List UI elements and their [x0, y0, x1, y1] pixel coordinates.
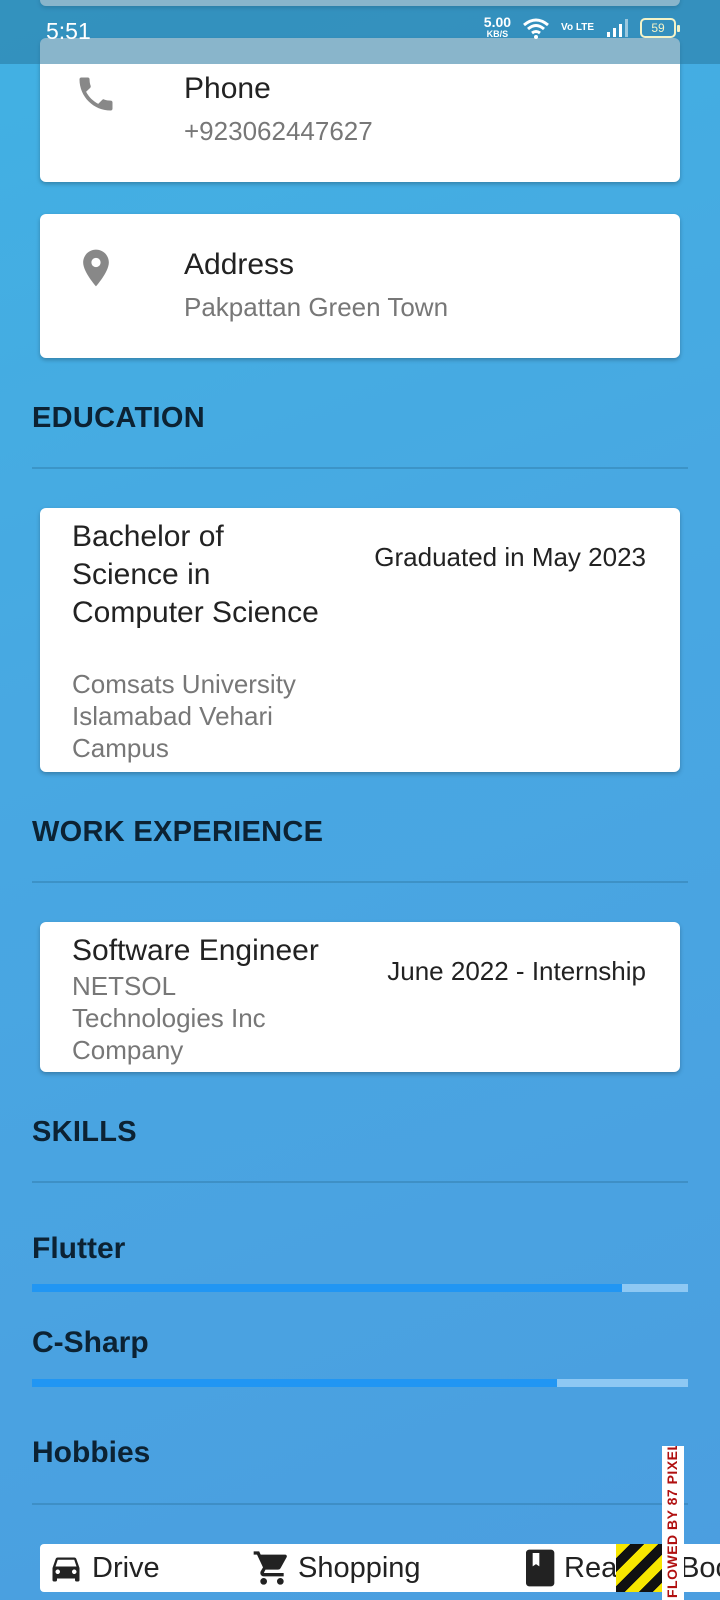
phone-label: Phone: [184, 72, 271, 105]
work-experience-divider: [32, 881, 688, 883]
volte-indicator: Vo LTE: [561, 22, 594, 33]
skill-name-csharp: C-Sharp: [32, 1326, 149, 1359]
battery-indicator: 59: [640, 18, 680, 38]
hobby-drive-label: Drive: [92, 1551, 160, 1584]
work-date: June 2022 - Internship: [387, 956, 646, 986]
address-card[interactable]: Address Pakpattan Green Town: [40, 214, 680, 358]
car-icon: [52, 1557, 80, 1582]
work-experience-heading: WORK EXPERIENCE: [32, 816, 324, 848]
cart-icon: [253, 1551, 287, 1585]
skills-divider: [32, 1181, 688, 1183]
book-icon: [526, 1549, 555, 1587]
institution-name: Comsats University Islamabad Vehari Camp…: [72, 669, 296, 763]
status-time: 5:51: [46, 18, 91, 44]
skill-bar-flutter-fill: [32, 1284, 623, 1292]
address-value: Pakpattan Green Town: [184, 292, 449, 322]
skill-bar-csharp-fill: [32, 1379, 557, 1387]
phone-value: +923062447627: [184, 116, 373, 146]
network-speed: 5.00 KB/S: [484, 15, 511, 40]
hobby-shopping-label: Shopping: [298, 1551, 421, 1584]
status-icons: 5.00 KB/S Vo LTE 59: [484, 15, 680, 40]
signal-icon: [607, 19, 628, 37]
hobby-shopping[interactable]: Shopping: [252, 1548, 421, 1588]
skills-heading: SKILLS: [32, 1116, 137, 1148]
hobbies-divider: [32, 1503, 688, 1505]
education-card[interactable]: Bachelor of Science in Computer Science …: [40, 508, 680, 772]
education-heading: EDUCATION: [32, 402, 205, 434]
address-label: Address: [184, 248, 295, 281]
overflow-warning-text: FLOWED BY 87 PIXELS: [664, 1446, 680, 1598]
wifi-icon: [523, 18, 549, 39]
hobbies-heading: Hobbies: [32, 1436, 151, 1469]
education-divider: [32, 467, 688, 469]
location-pin-icon: [74, 244, 118, 288]
phone-icon: [74, 72, 118, 116]
degree-title: Bachelor of Science in Computer Science: [72, 520, 319, 629]
overflow-warning-stripe: [616, 1544, 664, 1592]
status-bar: 5:51 5.00 KB/S Vo LTE 59: [0, 0, 720, 64]
network-speed-unit: KB/S: [486, 29, 509, 39]
company-name: NETSOL Technologies Inc Company: [72, 971, 266, 1065]
job-role: Software Engineer: [72, 934, 319, 967]
overflow-warning: FLOWED BY 87 PIXELS: [662, 1446, 684, 1600]
hobby-drive[interactable]: Drive: [46, 1550, 160, 1586]
skill-bar-flutter: [32, 1284, 688, 1292]
graduation-date: Graduated in May 2023: [374, 542, 646, 572]
skill-name-flutter: Flutter: [32, 1232, 126, 1265]
skill-bar-csharp: [32, 1379, 688, 1387]
work-experience-card[interactable]: Software Engineer NETSOL Technologies In…: [40, 922, 680, 1072]
